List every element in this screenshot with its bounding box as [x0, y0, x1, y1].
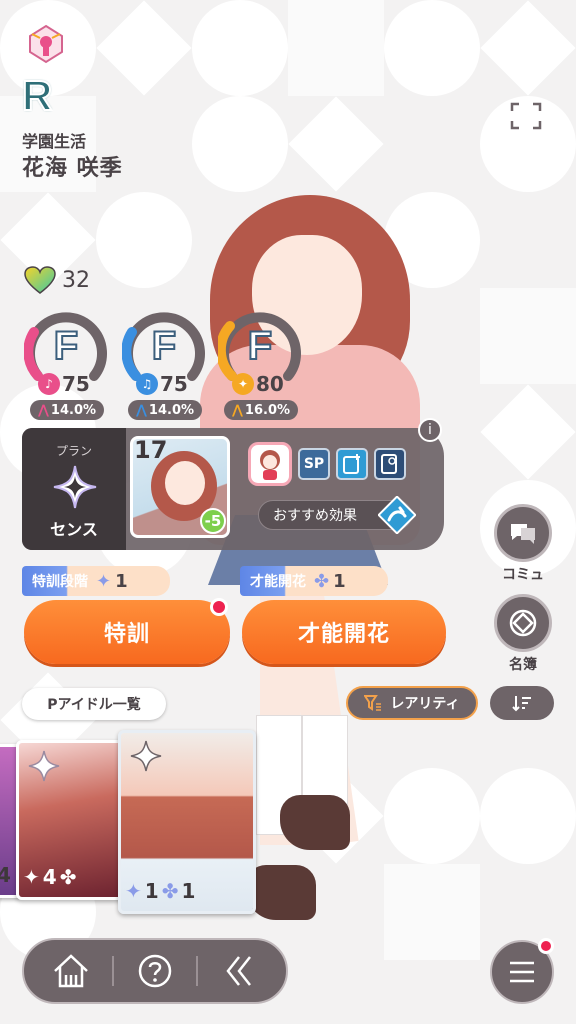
stat-visual[interactable]: F ✦ 80 ⋀ 16.0%: [218, 306, 302, 420]
recommended-effect-icon[interactable]: [378, 496, 416, 534]
chat-icon: [511, 524, 535, 544]
character-emblem-icon: [26, 24, 66, 64]
back-icon[interactable]: [219, 951, 259, 991]
visual-growth-value: 16.0%: [244, 402, 291, 418]
clover-icon: ✤: [161, 879, 179, 903]
info-icon[interactable]: i: [418, 418, 442, 442]
menu-notification-dot: [538, 938, 554, 954]
growth-arrow-icon: ⋀: [37, 402, 49, 418]
stat-vocal[interactable]: F ♪ 75 ⋀ 14.0%: [24, 306, 108, 420]
visual-value: 80: [256, 372, 284, 396]
idol-card-star: 4: [42, 865, 57, 889]
dance-value-row: ♫ 75: [136, 372, 188, 396]
idol-card-selected-bloom: 1: [181, 879, 196, 903]
commu-label: コミュ: [502, 567, 544, 583]
help-icon[interactable]: [135, 951, 175, 991]
visual-value-row: ✦ 80: [232, 372, 284, 396]
roster-icon: [509, 609, 537, 637]
sense-star-icon: [53, 465, 97, 509]
meibo-button[interactable]: [494, 594, 552, 652]
plan-type[interactable]: プラン センス: [22, 428, 126, 550]
chibi-icon[interactable]: [248, 442, 292, 486]
talent-bloom-label: 才能開花: [250, 574, 306, 590]
idol-card-selected-stats: ✦ 1 ✤ 1: [125, 879, 195, 903]
heart-icon: [24, 266, 56, 294]
dance-grade: F: [151, 323, 177, 369]
support-card-cost: -5: [200, 508, 226, 534]
clover-icon: ✤: [59, 865, 77, 889]
sparkle-face-icon: ✦: [232, 373, 254, 395]
idol-card[interactable]: ✦ 4 ✤: [16, 740, 124, 900]
home-icon[interactable]: [51, 951, 91, 991]
vocal-grade: F: [53, 323, 79, 369]
idol-card-partial-star: 4: [0, 863, 11, 887]
card-title: 学園生活: [22, 132, 87, 151]
vocal-value-row: ♪ 75: [38, 372, 90, 396]
stat-dance[interactable]: F ♫ 75 ⋀ 14.0%: [122, 306, 206, 420]
dance-growth-value: 14.0%: [148, 402, 195, 418]
rarity-filter-button[interactable]: レアリティ: [346, 686, 478, 720]
shoe-icon: ♫: [136, 373, 158, 395]
affection-value: 32: [62, 267, 90, 293]
sort-button[interactable]: [490, 686, 554, 720]
idol-card-selected[interactable]: ✦ 1 ✤ 1: [118, 730, 256, 914]
idol-card-partial-stats: 4: [0, 863, 11, 887]
special-training-label: 特訓段階: [32, 574, 88, 590]
microphone-icon: ♪: [38, 373, 60, 395]
filter-icon: [364, 695, 382, 711]
vocal-growth-value: 14.0%: [50, 402, 97, 418]
sp-chip[interactable]: SP: [298, 448, 330, 480]
hamburger-icon: [510, 961, 534, 983]
rarity-badge: R: [21, 71, 53, 120]
clover-icon: ✤: [314, 570, 330, 592]
vocal-value: 75: [62, 372, 90, 396]
rarity-filter-label: レアリティ: [390, 696, 460, 712]
notification-dot: [210, 598, 228, 616]
vocal-growth: ⋀ 14.0%: [30, 400, 104, 420]
card-plus-icon[interactable]: [336, 448, 368, 480]
nav-divider: [111, 956, 114, 986]
fullscreen-icon[interactable]: [510, 102, 542, 130]
idol-card-selected-star: 1: [144, 879, 159, 903]
affection-meter: 32: [24, 266, 90, 294]
skill-icons: SP: [248, 442, 406, 486]
plan-name: センス: [50, 520, 98, 539]
growth-arrow-icon: ⋀: [231, 402, 243, 418]
sparkle-icon: ✦: [125, 879, 142, 903]
talent-bloom-tag: 才能開花 ✤ 1: [240, 566, 388, 596]
talent-bloom-value: 1: [333, 570, 346, 592]
crest-icon: [28, 750, 60, 782]
commu-button[interactable]: [494, 504, 552, 562]
sort-icon: [512, 696, 531, 712]
talent-bloom-button[interactable]: 才能開花: [242, 600, 446, 664]
character-name: 花海 咲季: [22, 156, 123, 181]
meibo-label: 名簿: [509, 657, 537, 673]
card-search-icon[interactable]: [374, 448, 406, 480]
idol-card-stats: ✦ 4 ✤: [23, 865, 76, 889]
growth-arrow-icon: ⋀: [135, 402, 147, 418]
sparkle-icon: ✦: [96, 570, 112, 592]
special-training-value: 1: [115, 570, 128, 592]
support-card-level: 17: [134, 436, 168, 464]
visual-grade: F: [247, 323, 273, 369]
dance-value: 75: [160, 372, 188, 396]
plan-label: プラン: [55, 444, 92, 458]
bottom-nav: [22, 938, 288, 1004]
recommended-effect-label: おすすめ効果: [273, 508, 357, 524]
idol-list-button[interactable]: Pアイドル一覧: [22, 688, 166, 720]
plan-panel: プラン センス 17 -5 SP おすすめ効果: [22, 428, 444, 550]
special-training-tag: 特訓段階 ✦ 1: [22, 566, 170, 596]
crest-icon: [130, 740, 162, 772]
nav-divider: [196, 956, 199, 986]
special-training-button[interactable]: 特訓: [24, 600, 230, 664]
visual-growth: ⋀ 16.0%: [224, 400, 298, 420]
sparkle-icon: ✦: [23, 865, 40, 889]
dance-growth: ⋀ 14.0%: [128, 400, 202, 420]
